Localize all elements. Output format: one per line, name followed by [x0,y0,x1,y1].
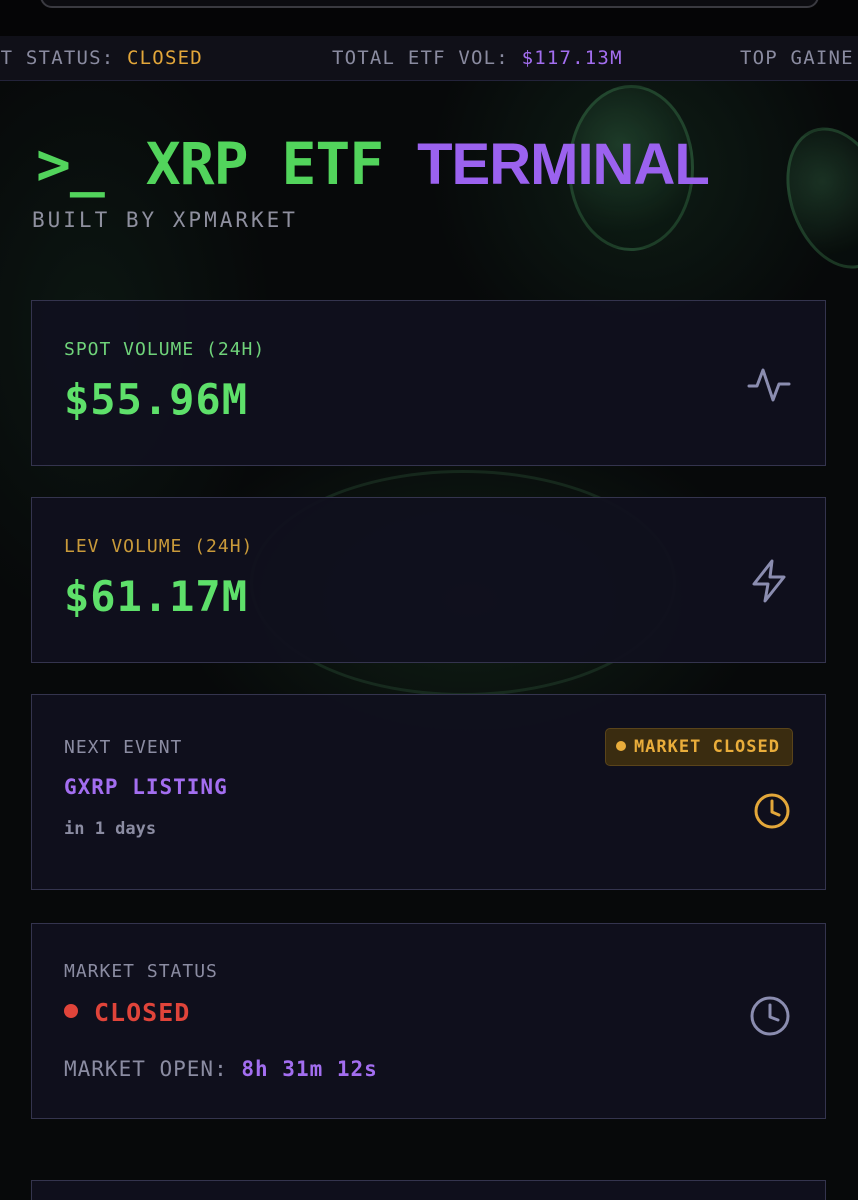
next-event-name: GXRP LISTING [64,775,228,799]
market-open-countdown: MARKET OPEN: 8h 31m 12s [64,1057,378,1081]
ticker-market-status-value: CLOSED [127,47,203,69]
market-open-time: 8h 31m 12s [241,1057,378,1081]
page-subtitle: BUILT BY XPMARKET [32,208,298,232]
next-event-card[interactable]: NEXT EVENT GXRP LISTING in 1 days MARKET… [31,694,826,890]
market-closed-badge: MARKET CLOSED [604,728,793,766]
ticker-total-volume: TOTAL ETF VOL: $117.13M [332,47,623,69]
ticker-top-gainer: TOP GAINE [740,47,854,69]
market-status-value: CLOSED [64,998,190,1027]
market-status-text: CLOSED [94,998,191,1027]
lightning-bolt-icon [752,559,786,603]
lev-volume-card[interactable]: LEV VOLUME (24H) $61.17M [31,497,826,663]
next-card-partial [31,1180,826,1200]
ticker-top-gainer-label: TOP GAINE [740,47,854,69]
spot-volume-value: $55.96M [64,375,249,424]
xrp-coin-decoration [767,112,858,284]
next-event-label: NEXT EVENT [64,737,183,758]
spot-volume-card[interactable]: SPOT VOLUME (24H) $55.96M [31,300,826,466]
next-event-time: in 1 days [64,819,157,839]
status-dot-icon [615,741,626,751]
clock-icon [754,793,790,829]
ticker-market-status: ET STATUS: CLOSED [0,47,203,69]
ticker-bar: ET STATUS: CLOSED TOTAL ETF VOL: $117.13… [0,36,858,81]
title-xrp-etf: XRP ETF [145,130,384,198]
market-status-card[interactable]: MARKET STATUS CLOSED MARKET OPEN: 8h 31m… [31,923,826,1119]
clock-icon [750,996,790,1036]
activity-pulse-icon [747,368,791,402]
terminal-prompt-icon: >_ [36,130,105,198]
device-top-bar [0,0,858,36]
ticker-market-status-label: ET STATUS: [0,47,128,69]
address-bar[interactable] [40,0,819,8]
page-title: >_ XRP ETF TERMINAL [36,124,710,205]
market-open-label: MARKET OPEN: [64,1057,242,1081]
lev-volume-value: $61.17M [64,572,249,621]
ticker-total-volume-value: $117.13M [521,47,623,69]
spot-volume-label: SPOT VOLUME (24H) [64,339,266,360]
market-status-label: MARKET STATUS [64,961,218,982]
ticker-total-volume-label: TOTAL ETF VOL: [332,47,522,69]
title-terminal: TERMINAL [417,132,710,197]
page: ET STATUS: CLOSED TOTAL ETF VOL: $117.13… [0,0,858,1200]
red-status-dot-icon [64,1004,78,1018]
market-closed-badge-label: MARKET CLOSED [633,737,780,757]
lev-volume-label: LEV VOLUME (24H) [64,536,254,557]
